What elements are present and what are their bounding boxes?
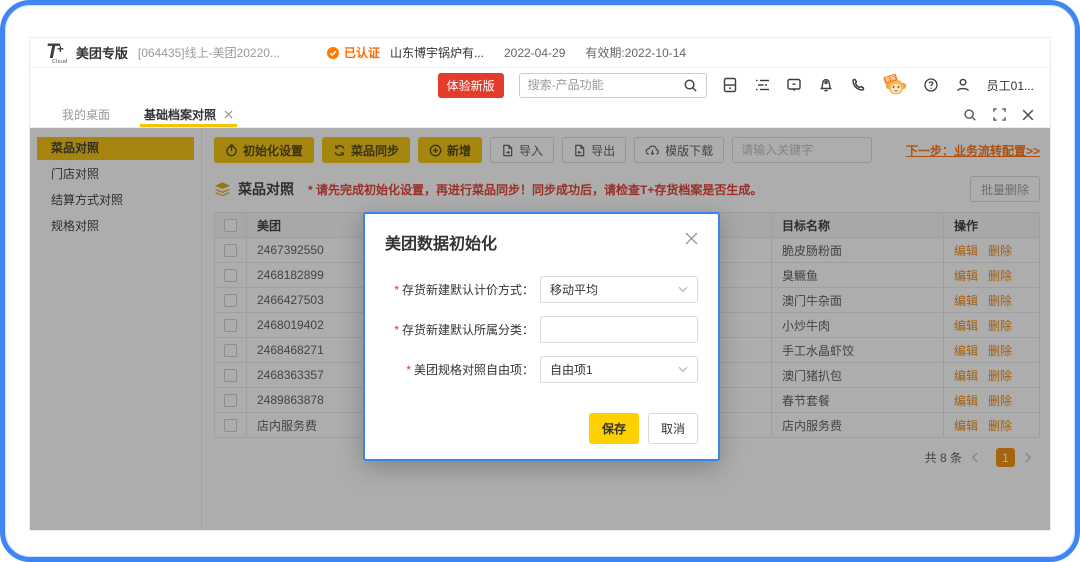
top-bar: T + Cloud 美团专版 [064435]线上-美团20220... 已认证 … xyxy=(30,38,1050,68)
tplus-logo: T + Cloud xyxy=(46,41,67,65)
free-item-value: 自由项1 xyxy=(550,363,593,377)
dialog-title: 美团数据初始化 xyxy=(385,236,498,253)
notification-bell-icon[interactable] xyxy=(818,77,835,94)
free-item-row: * 美团规格对照自由项： 自由项1 xyxy=(385,356,698,383)
close-tabs-icon[interactable] xyxy=(1022,109,1034,121)
fullscreen-icon[interactable] xyxy=(993,108,1006,121)
help-icon[interactable] xyxy=(923,77,940,94)
free-item-label: * 美团规格对照自由项： xyxy=(406,363,534,377)
save-button[interactable]: 保存 xyxy=(588,413,639,444)
default-category-field[interactable] xyxy=(540,316,698,343)
chevron-down-icon xyxy=(678,286,688,293)
try-new-version-button[interactable]: 体验新版 xyxy=(437,72,504,98)
dialog-close-icon[interactable] xyxy=(685,232,698,245)
free-item-select[interactable]: 自由项1 xyxy=(540,356,698,383)
header-bar: 体验新版 搜索-产品功能 客服 员工01... xyxy=(30,68,1050,102)
pricing-method-row: * 存货新建默认计价方式： 移动平均 xyxy=(385,276,698,303)
user-icon[interactable] xyxy=(955,77,972,94)
certified-label: 已认证 xyxy=(343,46,380,60)
product-search-box[interactable] xyxy=(518,72,707,98)
search-input[interactable] xyxy=(527,78,677,92)
phone-icon[interactable] xyxy=(850,77,867,94)
tab-tools xyxy=(963,102,1034,127)
default-category-label: * 存货新建默认所属分类： xyxy=(394,323,534,337)
tab-close-icon[interactable] xyxy=(224,110,233,119)
product-name: 美团专版 xyxy=(75,46,128,61)
pricing-method-label: * 存货新建默认计价方式： xyxy=(394,283,534,297)
certified-badge: 已认证 xyxy=(326,44,380,61)
logo-plus: + xyxy=(56,41,64,56)
account-code: [064435]线上-美团20220... xyxy=(137,46,280,60)
app-window: T + Cloud 美团专版 [064435]线上-美团20220... 已认证 … xyxy=(30,38,1050,530)
workspace-tab[interactable]: 基础档案对照 xyxy=(140,102,238,127)
validity-date: 有效期:2022-10-14 xyxy=(585,46,687,60)
tab-label: 我的桌面 xyxy=(62,108,111,122)
default-category-row: * 存货新建默认所属分类： xyxy=(385,316,698,343)
certified-seal-icon xyxy=(326,46,340,60)
tab-search-icon[interactable] xyxy=(963,108,977,122)
apps-panel-icon[interactable] xyxy=(722,77,739,94)
customer-service-mascot[interactable]: 客服 xyxy=(882,73,908,97)
workspace-tab[interactable]: 我的桌面 xyxy=(60,102,112,127)
message-icon[interactable] xyxy=(786,77,803,94)
required-asterisk: * xyxy=(394,323,399,337)
chevron-down-icon xyxy=(678,366,688,373)
required-asterisk: * xyxy=(394,283,399,297)
pricing-method-select[interactable]: 移动平均 xyxy=(540,276,698,303)
logo-cloud: Cloud xyxy=(52,58,68,65)
required-asterisk: * xyxy=(406,363,411,377)
meituan-init-dialog: 美团数据初始化 *存货新建默认计价方式： 移动平均 *存货新建默认所属分类： xyxy=(363,212,720,461)
task-list-icon[interactable] xyxy=(754,77,771,94)
cancel-button[interactable]: 取消 xyxy=(647,413,698,444)
current-user-label[interactable]: 员工01... xyxy=(987,77,1034,94)
pricing-method-value: 移动平均 xyxy=(550,283,599,297)
search-icon[interactable] xyxy=(683,78,698,93)
company-name: 山东博宇锅炉有... xyxy=(389,46,484,60)
tab-label: 基础档案对照 xyxy=(144,108,217,122)
default-category-input[interactable] xyxy=(550,322,688,337)
cert-date: 2022-04-29 xyxy=(503,45,566,60)
tab-bar: 我的桌面 基础档案对照 xyxy=(30,102,1050,128)
